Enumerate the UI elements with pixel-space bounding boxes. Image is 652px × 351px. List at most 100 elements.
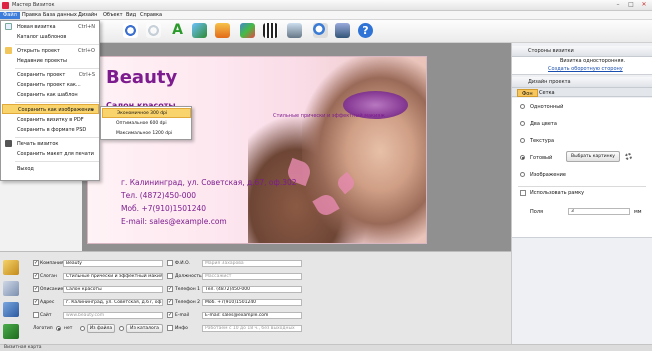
- business-card[interactable]: Beauty Салон красоты Стильные прически и…: [87, 56, 427, 244]
- menu-bar: Файл Правка База данных Дизайн Объект Ви…: [0, 11, 652, 20]
- logo-file-radio[interactable]: [80, 326, 85, 331]
- submenu-item-300dpi[interactable]: Экономичное 300 dpi: [102, 108, 191, 118]
- tel2-field[interactable]: Моб. +7(910)1501240: [202, 299, 302, 306]
- tel1-label: Телефон 1: [175, 287, 200, 292]
- qr-code-icon[interactable]: [263, 23, 278, 38]
- radio-texture[interactable]: [520, 138, 525, 143]
- description-field[interactable]: Салон красоты: [63, 286, 163, 293]
- logo-catalog-radio[interactable]: [119, 326, 124, 331]
- info-field[interactable]: Работаем с 10 до 18 ч., без выходных: [202, 325, 302, 332]
- card-phone[interactable]: Тел. (4872)450-000: [121, 191, 196, 200]
- menu-item-save-psd[interactable]: Сохранить в формате PSD: [2, 125, 99, 135]
- card-address[interactable]: г. Калининград, ул. Советская, д.67, оф.…: [121, 178, 297, 187]
- logo-from-catalog-button[interactable]: Из каталога: [126, 324, 163, 333]
- tel1-checkbox[interactable]: ✓: [167, 286, 173, 292]
- company-field[interactable]: Beauty: [63, 260, 163, 267]
- use-frame-checkbox[interactable]: [520, 190, 526, 196]
- person-icon[interactable]: [3, 302, 19, 317]
- email-checkbox[interactable]: ✓: [167, 312, 173, 318]
- menu-file[interactable]: Файл: [0, 12, 20, 19]
- menu-item-save-as-template[interactable]: Сохранить как шаблон: [2, 90, 99, 100]
- company-label: Компания: [40, 261, 64, 266]
- menu-item-print[interactable]: Печать визиток: [2, 139, 99, 149]
- menu-item-save-as-image[interactable]: Сохранить как изображение ▸: [2, 104, 99, 114]
- redo-icon[interactable]: [146, 23, 161, 38]
- menu-item-save-project-as[interactable]: Сохранить проект как...: [2, 80, 99, 90]
- company-checkbox[interactable]: ✓: [33, 260, 39, 266]
- print-icon[interactable]: [335, 23, 350, 38]
- margins-input[interactable]: 3: [568, 208, 630, 215]
- email-field[interactable]: E-mail: sales@example.com: [202, 312, 302, 319]
- close-icon[interactable]: ✕: [638, 1, 650, 9]
- menu-item-shortcut: Ctrl+O: [77, 48, 95, 54]
- contacts-icon[interactable]: [3, 281, 19, 296]
- radio-image[interactable]: [520, 172, 525, 177]
- fio-field[interactable]: Мария Захарова: [202, 260, 302, 267]
- menu-item-save-project[interactable]: Сохранить проект Ctrl+S: [2, 70, 99, 80]
- use-frame-label: Использовать рамку: [530, 190, 585, 196]
- menu-item-label: Сохранить как шаблон: [17, 92, 78, 98]
- site-field[interactable]: www.beauty.com: [63, 312, 163, 319]
- tel2-checkbox[interactable]: ✓: [167, 299, 173, 305]
- tab-background[interactable]: Фон: [517, 89, 538, 97]
- menu-item-new-card[interactable]: Новая визитка Ctrl+N: [2, 22, 99, 32]
- create-back-side-link[interactable]: Создать оборотную сторону: [548, 66, 623, 72]
- menu-object[interactable]: Объект: [100, 12, 126, 19]
- post-field[interactable]: Массажист: [202, 273, 302, 280]
- menu-database[interactable]: База данных: [40, 12, 80, 19]
- undo-icon[interactable]: [123, 23, 138, 38]
- logo-label: Логотип: [33, 326, 53, 331]
- excel-icon[interactable]: [3, 324, 19, 339]
- menu-help[interactable]: Справка: [137, 12, 165, 19]
- menu-item-save-pdf[interactable]: Сохранить визитку в PDF: [2, 115, 99, 125]
- add-image-icon[interactable]: [192, 23, 207, 38]
- menu-item-exit[interactable]: Выход: [2, 164, 99, 174]
- maximize-icon[interactable]: □: [625, 1, 637, 9]
- logo-none-radio[interactable]: [56, 326, 61, 331]
- fio-checkbox[interactable]: [167, 260, 173, 266]
- choose-picture-button[interactable]: Выбрать картинку: [566, 151, 620, 162]
- site-checkbox[interactable]: [33, 312, 39, 318]
- shapes-icon[interactable]: [215, 23, 230, 38]
- radio-ready-made[interactable]: [520, 155, 525, 160]
- minimize-icon[interactable]: –: [612, 1, 624, 9]
- address-label: Адрес: [40, 300, 55, 305]
- address-field[interactable]: г. Калининград, ул. Советская, д.67, оф.…: [63, 299, 163, 306]
- app-icon: [2, 2, 9, 9]
- submenu-item-600dpi[interactable]: Оптимальное 600 dpi: [102, 119, 191, 129]
- help-icon[interactable]: ?: [358, 23, 373, 38]
- menu-item-label: Печать визиток: [17, 141, 59, 147]
- menu-item-template-catalog[interactable]: Каталог шаблонов: [2, 32, 99, 42]
- tel1-field[interactable]: Тел. (4872)450-000: [202, 286, 302, 293]
- design-header[interactable]: Дизайн проекта: [512, 77, 652, 88]
- address-checkbox[interactable]: ✓: [33, 299, 39, 305]
- slogan-field[interactable]: Стильные прически и эффектный макияж: [63, 273, 163, 280]
- card-description[interactable]: Стильные прически и эффектный макияж: [273, 113, 385, 119]
- design-header-label: Дизайн проекта: [528, 79, 571, 85]
- description-checkbox[interactable]: ✓: [33, 286, 39, 292]
- sides-header[interactable]: Стороны визитки: [512, 46, 652, 57]
- card-mobile[interactable]: Моб. +7(910)1501240: [121, 204, 206, 213]
- edit-data-icon[interactable]: [3, 260, 19, 275]
- zoom-icon[interactable]: [313, 23, 328, 38]
- card-email[interactable]: E-mail: sales@example.com: [121, 217, 227, 226]
- menu-item-save-print-layout[interactable]: Сохранить макет для печати: [2, 149, 99, 159]
- new-file-icon: [5, 23, 12, 30]
- logo-from-file-button[interactable]: Из файла: [87, 324, 115, 333]
- radio-two-colors[interactable]: [520, 121, 525, 126]
- slogan-checkbox[interactable]: ✓: [33, 273, 39, 279]
- map-icon[interactable]: [240, 23, 255, 38]
- radio-solid[interactable]: [520, 104, 525, 109]
- info-checkbox[interactable]: [167, 325, 173, 331]
- menu-item-open-project[interactable]: Открыть проект Ctrl+O: [2, 46, 99, 56]
- card-company-name[interactable]: Beauty: [106, 67, 177, 88]
- layers-icon[interactable]: [287, 23, 302, 38]
- post-checkbox[interactable]: [167, 273, 173, 279]
- menu-item-recent-projects[interactable]: Недавние проекты: [2, 56, 99, 66]
- submenu-item-1200dpi[interactable]: Максимальное 1200 dpi: [102, 129, 191, 139]
- tab-grid[interactable]: Сетка: [536, 89, 558, 97]
- menu-item-label: Выход: [17, 166, 34, 172]
- add-text-icon[interactable]: A: [170, 23, 185, 38]
- gear-icon[interactable]: [625, 153, 632, 160]
- menu-design[interactable]: Дизайн: [75, 12, 100, 19]
